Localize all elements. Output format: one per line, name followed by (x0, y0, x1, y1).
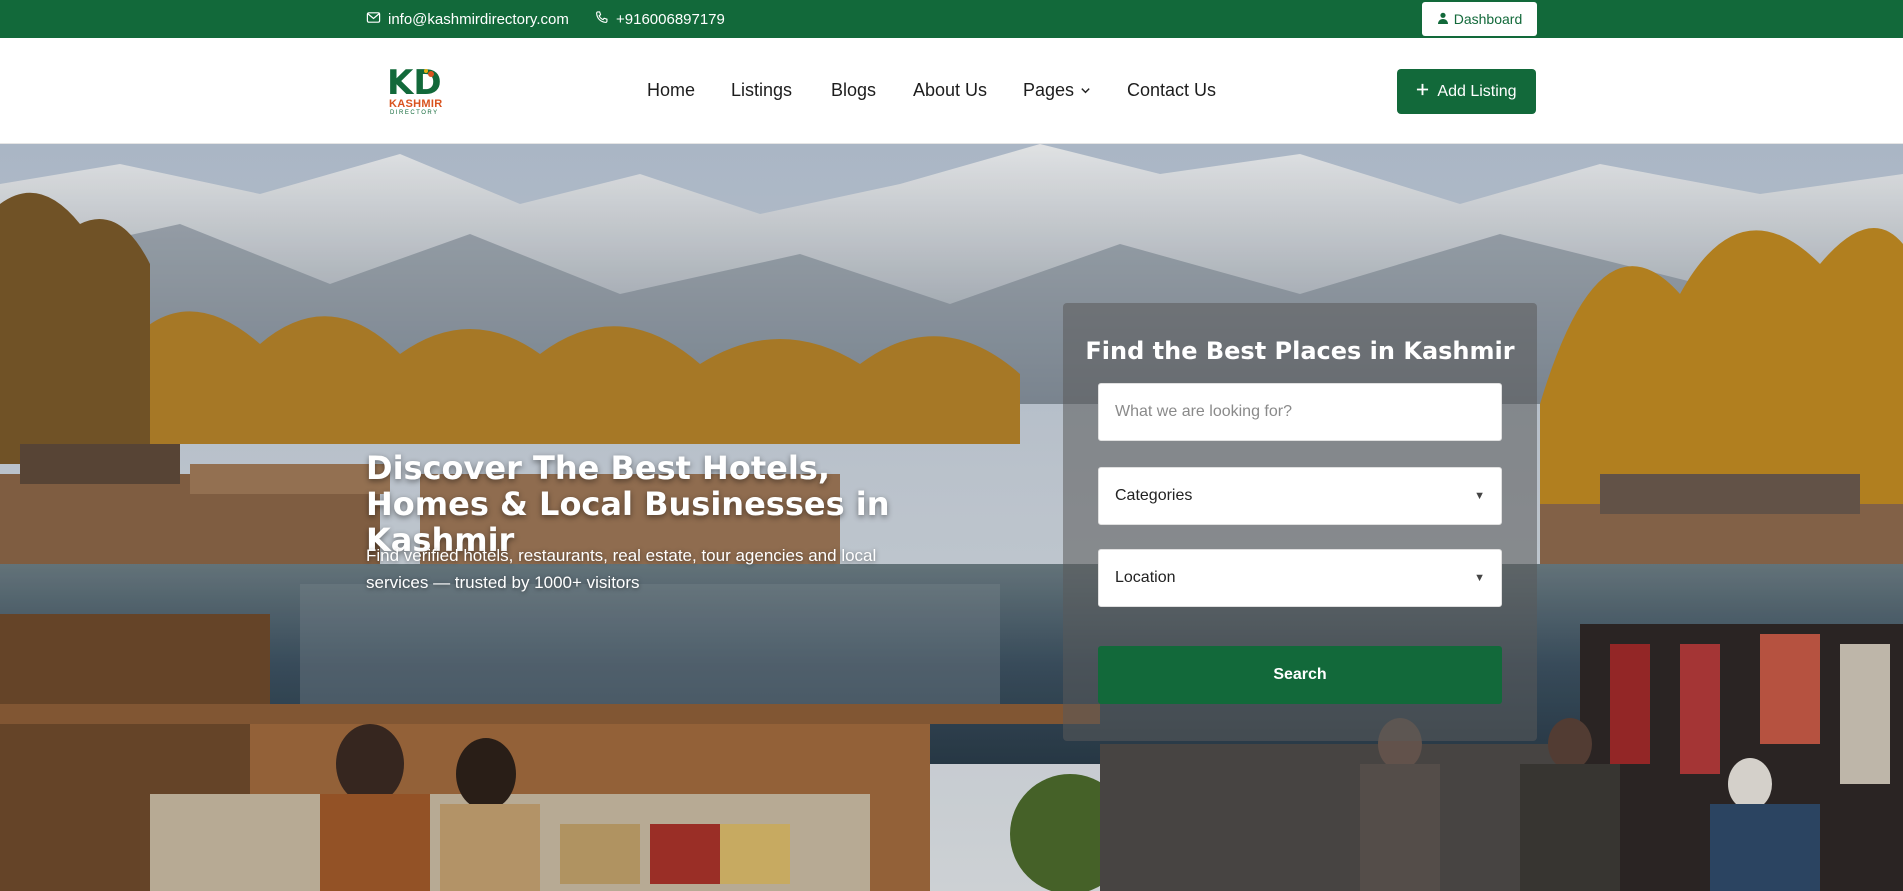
nav-listings[interactable]: Listings (731, 80, 792, 101)
phone-text: +916006897179 (616, 11, 725, 28)
nav-blogs[interactable]: Blogs (831, 80, 876, 101)
nav-home[interactable]: Home (647, 80, 695, 101)
location-select[interactable]: Location ▼ (1098, 549, 1502, 607)
nav-listings-label: Listings (731, 80, 793, 100)
hero-section: Discover The Best Hotels, Homes & Local … (0, 144, 1903, 891)
location-label: Location (1115, 569, 1176, 586)
logo-subtext: DIRECTORY (390, 110, 439, 116)
nav-about-us[interactable]: About Us (913, 80, 987, 101)
nav-about-label: About Us (913, 80, 988, 100)
envelope-icon (366, 10, 381, 29)
top-bar: info@kashmirdirectory.com +916006897179 … (0, 0, 1903, 38)
email-text: info@kashmirdirectory.com (388, 11, 569, 28)
search-field[interactable] (1098, 383, 1502, 441)
hero-background-image (0, 144, 1903, 891)
add-listing-button[interactable]: Add Listing (1397, 69, 1536, 114)
categories-label: Categories (1115, 487, 1193, 504)
main-navbar: KD KASHMIR DIRECTORY Home Listings Blogs… (0, 38, 1903, 144)
nav-home-label: Home (647, 80, 696, 100)
nav-blogs-label: Blogs (831, 80, 877, 100)
nav-contact-label: Contact Us (1127, 80, 1217, 100)
nav-contact-us[interactable]: Contact Us (1127, 80, 1216, 101)
add-listing-label: Add Listing (1437, 82, 1517, 100)
email-contact[interactable]: info@kashmirdirectory.com (366, 10, 569, 29)
categories-select[interactable]: Categories ▼ (1098, 467, 1502, 525)
caret-down-icon: ▼ (1474, 572, 1485, 584)
nav-pages-label: Pages (1023, 80, 1075, 100)
chevron-down-icon (1080, 80, 1091, 101)
search-input[interactable] (1115, 403, 1485, 421)
phone-icon (594, 10, 609, 29)
nav-pages-dropdown[interactable]: Pages (1023, 80, 1091, 101)
search-panel: Find the Best Places in Kashmir Categori… (1063, 303, 1537, 741)
dashboard-label: Dashboard (1453, 11, 1523, 27)
search-panel-title: Find the Best Places in Kashmir (1085, 337, 1515, 365)
hero-subtitle: Find verified hotels, restaurants, real … (366, 546, 877, 592)
phone-contact[interactable]: +916006897179 (594, 10, 725, 29)
dashboard-button[interactable]: Dashboard (1422, 2, 1537, 36)
logo-word: KASHMIR (389, 98, 443, 110)
plus-icon (1416, 83, 1429, 101)
caret-down-icon: ▼ (1474, 490, 1485, 502)
user-icon (1437, 11, 1449, 27)
search-button[interactable]: Search (1098, 646, 1502, 704)
search-button-label: Search (1273, 666, 1327, 683)
logo-letters: KD (387, 63, 442, 103)
